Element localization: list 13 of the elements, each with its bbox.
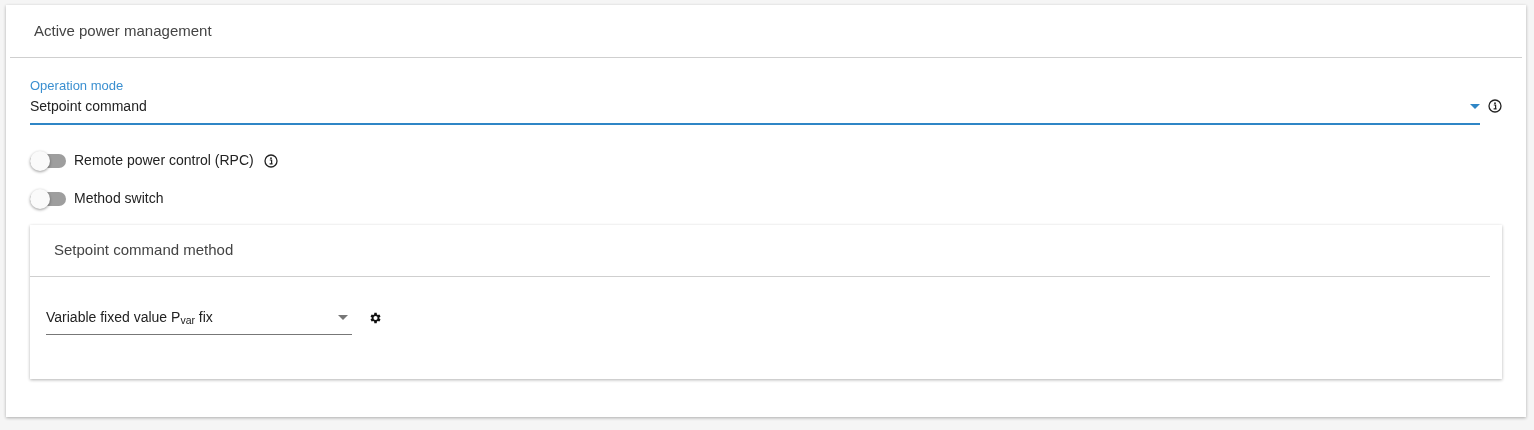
toggle-switch[interactable] xyxy=(30,191,66,206)
card-title: Active power management xyxy=(34,20,212,41)
gear-icon[interactable] xyxy=(368,310,382,325)
toggle-label: Method switch xyxy=(74,189,164,208)
info-icon[interactable] xyxy=(263,153,278,168)
operation-mode-select[interactable]: Operation mode Setpoint command xyxy=(30,76,1480,125)
method-select[interactable]: Variable fixed value P$_{var}$ fix xyxy=(46,306,352,335)
method-card-title: Setpoint command method xyxy=(54,239,234,260)
toggle-label: Remote power control (RPC) xyxy=(74,151,254,170)
info-icon[interactable] xyxy=(1488,98,1502,113)
caret-icon xyxy=(338,314,348,320)
caret-icon xyxy=(1470,103,1480,109)
toggle-switch[interactable] xyxy=(30,153,66,168)
